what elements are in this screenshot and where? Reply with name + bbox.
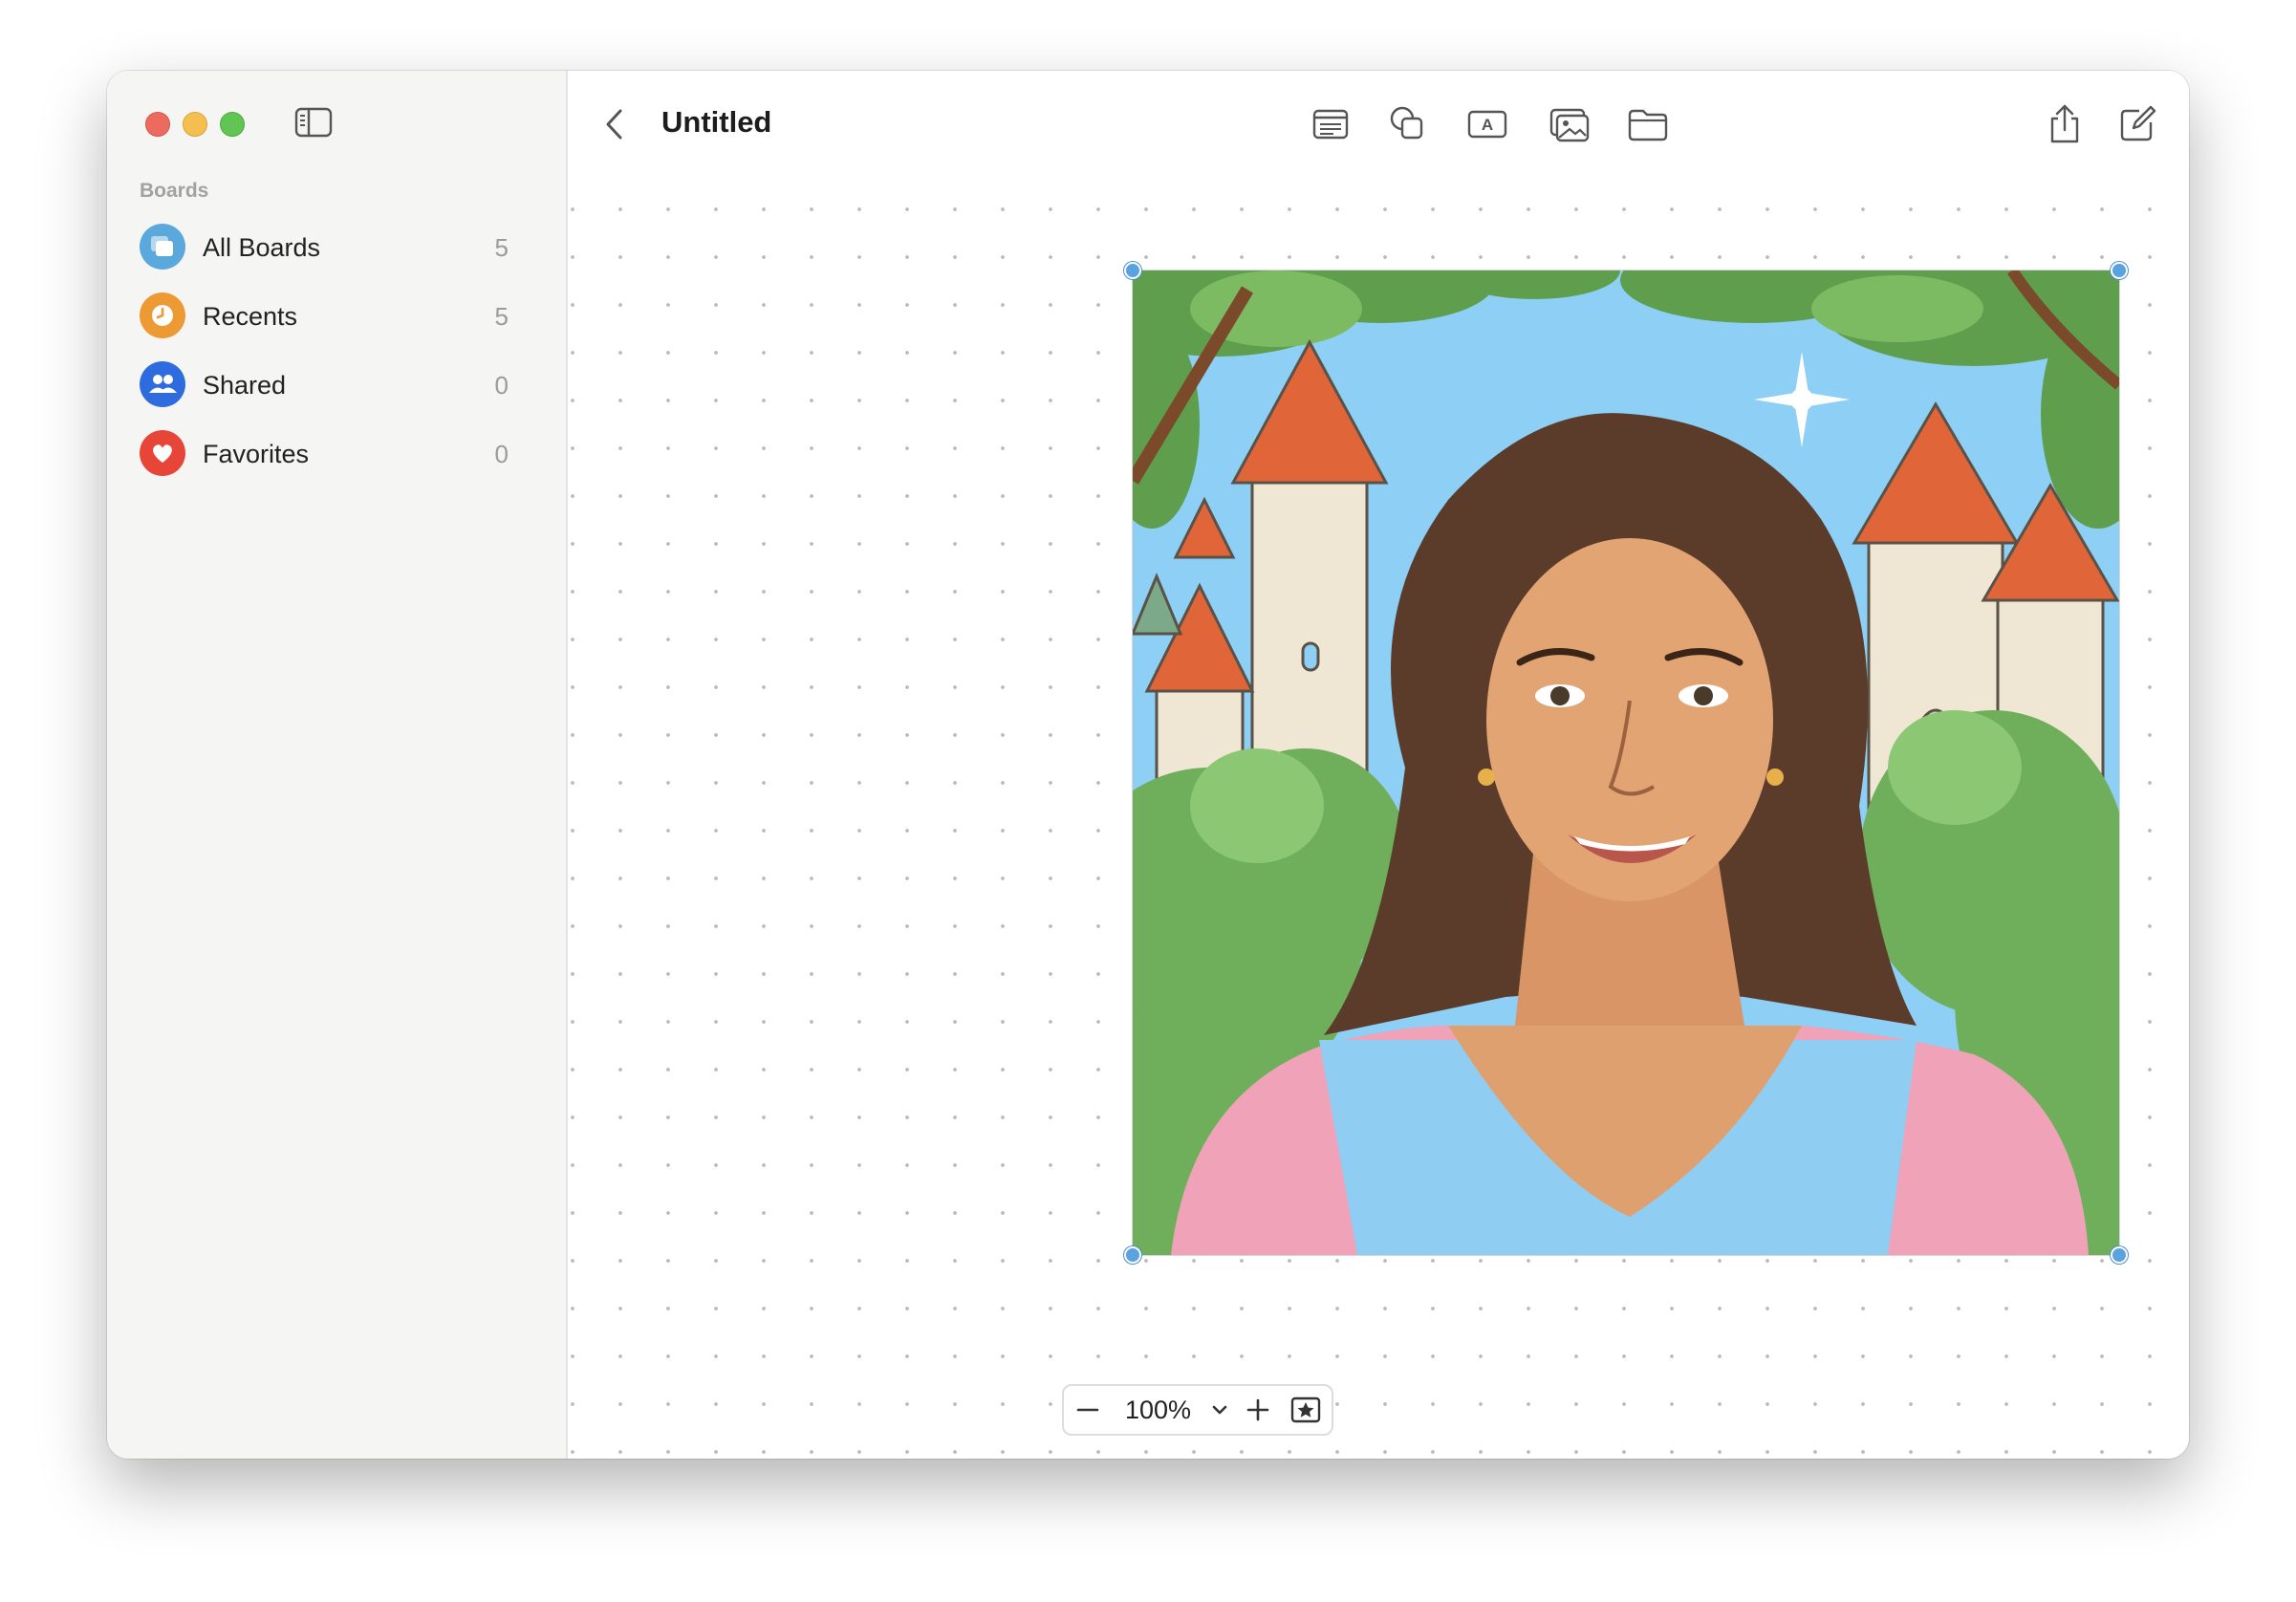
media-icon — [1549, 108, 1590, 142]
sidebar-toggle-icon — [294, 107, 333, 138]
zoom-in-button[interactable] — [1234, 1386, 1282, 1434]
sidebar-item-count: 5 — [494, 302, 509, 331]
zoom-controls: 100% — [1062, 1384, 1333, 1436]
sidebar-item-count: 0 — [494, 371, 509, 400]
minimize-window-button[interactable] — [183, 112, 207, 137]
board-image[interactable] — [1133, 271, 2119, 1255]
new-board-button[interactable] — [2114, 101, 2160, 147]
plus-icon — [1246, 1398, 1269, 1421]
text-box-icon: A — [1467, 110, 1507, 139]
sidebar-item-favorites[interactable]: Favorites 0 — [140, 426, 541, 480]
clock-icon — [140, 292, 185, 338]
sticky-note-button[interactable] — [1308, 101, 1354, 147]
close-window-button[interactable] — [145, 112, 170, 137]
svg-text:A: A — [1482, 116, 1493, 134]
sidebar-item-label: All Boards — [203, 233, 321, 262]
board-title[interactable]: Untitled — [661, 105, 771, 140]
share-button[interactable] — [2042, 101, 2088, 147]
board-canvas[interactable]: Untitled A 100% — [568, 71, 2189, 1459]
folder-icon — [1628, 109, 1668, 141]
zoom-menu-button[interactable] — [1205, 1386, 1234, 1434]
sidebar-item-all-boards[interactable]: All Boards 5 — [140, 220, 541, 273]
resize-handle-top-left[interactable] — [1124, 262, 1141, 279]
zoom-out-button[interactable] — [1064, 1386, 1112, 1434]
sidebar-item-label: Shared — [203, 371, 287, 400]
scene-navigator-button[interactable] — [1282, 1386, 1330, 1434]
star-frame-icon — [1290, 1396, 1321, 1423]
app-window: Boards All Boards 5 Recents 5 Shared 0 F… — [107, 71, 2189, 1459]
sticky-note-icon — [1312, 109, 1349, 140]
zoom-window-button[interactable] — [220, 112, 245, 137]
sidebar-item-recents[interactable]: Recents 5 — [140, 289, 541, 342]
text-box-button[interactable]: A — [1464, 101, 1510, 147]
sidebar: Boards All Boards 5 Recents 5 Shared 0 F… — [107, 71, 568, 1459]
files-button[interactable] — [1625, 101, 1671, 147]
chevron-left-icon — [606, 109, 622, 140]
sidebar-toggle-button[interactable] — [294, 105, 333, 140]
compose-icon — [2120, 105, 2156, 141]
resize-handle-top-right[interactable] — [2111, 262, 2128, 279]
sidebar-item-label: Favorites — [203, 440, 310, 468]
zoom-level[interactable]: 100% — [1125, 1396, 1191, 1425]
sidebar-item-count: 0 — [494, 440, 509, 468]
people-icon — [140, 361, 185, 407]
back-button[interactable] — [596, 103, 635, 145]
shapes-icon — [1390, 106, 1423, 140]
shapes-button[interactable] — [1385, 101, 1431, 147]
media-button[interactable] — [1547, 101, 1592, 147]
boards-stack-icon — [140, 224, 185, 270]
sidebar-item-count: 5 — [494, 233, 509, 262]
chevron-down-icon — [1212, 1405, 1227, 1415]
minus-icon — [1076, 1408, 1099, 1412]
share-icon — [2050, 104, 2079, 143]
toolbar: Untitled A — [568, 71, 2189, 195]
resize-handle-bottom-left[interactable] — [1124, 1246, 1141, 1264]
resize-handle-bottom-right[interactable] — [2111, 1246, 2128, 1264]
sidebar-item-shared[interactable]: Shared 0 — [140, 357, 541, 411]
sidebar-heading: Boards — [140, 180, 209, 202]
portrait-illustration — [1133, 271, 2119, 1255]
heart-icon — [140, 430, 185, 476]
sidebar-item-label: Recents — [203, 302, 298, 331]
